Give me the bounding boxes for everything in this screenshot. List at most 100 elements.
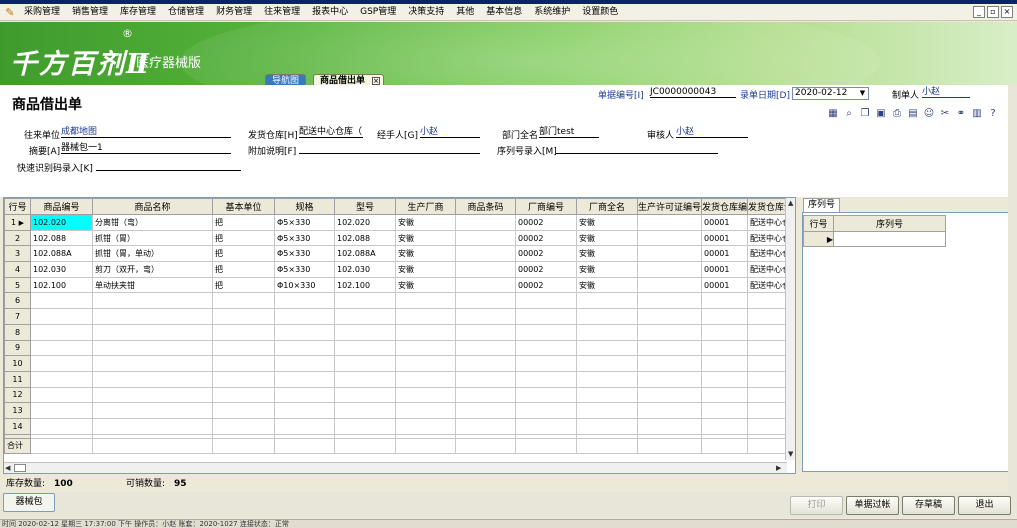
grid-cell[interactable] xyxy=(30,339,93,357)
grid-cell[interactable] xyxy=(212,292,275,310)
grid-cell[interactable]: Φ10×330 xyxy=(274,276,335,294)
save-icon[interactable]: ▣ xyxy=(874,107,888,121)
grid-cell[interactable]: 102.020 xyxy=(30,214,93,231)
grid-cell[interactable]: 安徽 xyxy=(395,214,456,231)
grid-cell[interactable]: 把 xyxy=(212,245,275,263)
grid-cell[interactable] xyxy=(636,386,703,404)
grid-cell[interactable] xyxy=(455,386,516,404)
handler-field[interactable]: 小赵 xyxy=(420,127,480,138)
table-row[interactable]: 11 xyxy=(4,370,795,388)
grid-cell[interactable] xyxy=(701,402,749,419)
grid-cell[interactable] xyxy=(334,355,396,372)
grid-cell[interactable]: 102.030 xyxy=(334,261,396,278)
grid-cell[interactable] xyxy=(455,292,516,310)
col-header-10[interactable]: 生产许可证编号 xyxy=(636,198,703,215)
grid-cell[interactable]: 分离钳（弯） xyxy=(92,214,213,231)
close-button[interactable]: × xyxy=(1001,6,1013,18)
quick-code-field[interactable] xyxy=(96,160,241,171)
grid-cell[interactable] xyxy=(395,308,456,325)
grid-cell[interactable] xyxy=(30,386,93,404)
grid-cell[interactable] xyxy=(92,355,213,372)
menu-finance[interactable]: 财务管理 xyxy=(210,4,258,20)
col-header-2[interactable]: 商品名称 xyxy=(92,198,213,215)
grid-cell[interactable] xyxy=(636,323,703,341)
tab-loan-out-doc[interactable]: 商品借出单 × xyxy=(313,74,385,85)
grid-cell[interactable] xyxy=(30,370,93,388)
tab-navigation[interactable]: 导航图 xyxy=(265,74,307,85)
table-row[interactable]: 6 xyxy=(4,292,795,310)
grid-cell[interactable]: 安徽 xyxy=(576,245,638,263)
grid-cell[interactable] xyxy=(455,214,516,231)
document-icon[interactable]: ▤ xyxy=(906,107,920,121)
grid-cell[interactable] xyxy=(701,355,749,372)
grid-cell[interactable] xyxy=(455,323,516,341)
grid-cell[interactable]: 单动扶夹钳 xyxy=(92,276,213,294)
grid-cell[interactable]: 00002 xyxy=(515,261,577,278)
grid-cell[interactable] xyxy=(455,229,516,247)
grid-cell[interactable] xyxy=(395,417,456,435)
grid-cell[interactable] xyxy=(455,308,516,325)
grid-cell[interactable] xyxy=(515,417,577,435)
serial-entry-field[interactable] xyxy=(556,143,718,154)
grid-cell[interactable]: 把 xyxy=(212,229,275,247)
grid-cell[interactable]: 102.088 xyxy=(30,229,93,247)
grid-cell[interactable]: 剪刀（双开，弯） xyxy=(92,261,213,278)
exit-button[interactable]: 退出 xyxy=(958,496,1011,515)
col-header-9[interactable]: 厂商全名 xyxy=(576,198,638,215)
grid-cell[interactable] xyxy=(515,386,577,404)
category-button[interactable]: 器械包 xyxy=(3,493,55,512)
note-field[interactable] xyxy=(299,143,480,154)
table-row[interactable]: 9 xyxy=(4,339,795,357)
summary-field[interactable]: 器械包一1 xyxy=(61,143,231,154)
grid-cell[interactable] xyxy=(92,370,213,388)
tab-close-icon[interactable]: × xyxy=(372,77,381,85)
grid-cell[interactable] xyxy=(515,339,577,357)
grid-cell[interactable]: 102.088 xyxy=(334,229,396,247)
col-header-1[interactable]: 商品编号 xyxy=(30,198,93,215)
grid-cell[interactable] xyxy=(576,308,638,325)
grid-cell[interactable]: 安徽 xyxy=(395,261,456,278)
notes-icon[interactable]: ▥ xyxy=(970,107,984,121)
grid-cell[interactable] xyxy=(212,339,275,357)
print-icon[interactable]: ⎙ xyxy=(890,107,904,121)
grid-cell[interactable] xyxy=(274,386,335,404)
grid-cell[interactable]: Φ5×330 xyxy=(274,229,335,247)
grid-cell[interactable] xyxy=(576,386,638,404)
grid-cell[interactable]: 抓钳（胃，单动） xyxy=(92,245,213,263)
grid-cell[interactable] xyxy=(274,402,335,419)
col-header-3[interactable]: 基本单位 xyxy=(212,198,275,215)
grid-cell[interactable] xyxy=(212,355,275,372)
col-header-7[interactable]: 商品条码 xyxy=(455,198,516,215)
search-icon[interactable]: ⌕ xyxy=(842,107,856,121)
grid-cell[interactable] xyxy=(274,355,335,372)
grid-cell[interactable] xyxy=(455,417,516,435)
scroll-right-icon[interactable]: ▶ xyxy=(776,464,781,472)
grid-cell[interactable]: 把 xyxy=(212,214,275,231)
menu-sales[interactable]: 销售管理 xyxy=(66,4,114,20)
grid-cell[interactable] xyxy=(212,402,275,419)
grid-cell[interactable]: 102.100 xyxy=(334,276,396,294)
serial-table[interactable]: 行号 序列号 ▶ xyxy=(803,215,946,247)
doc-no-field[interactable]: JC0000000043 xyxy=(650,87,736,98)
import-icon[interactable]: ▦ xyxy=(826,107,840,121)
grid-cell[interactable] xyxy=(576,292,638,310)
grid-cell[interactable] xyxy=(274,323,335,341)
grid-cell[interactable] xyxy=(334,370,396,388)
maker-field[interactable]: 小赵 xyxy=(922,87,970,98)
grid-cell[interactable] xyxy=(636,402,703,419)
grid-cell[interactable] xyxy=(334,386,396,404)
grid-cell[interactable] xyxy=(212,386,275,404)
col-header-8[interactable]: 厂商编号 xyxy=(515,198,577,215)
restore-button[interactable]: ▫ xyxy=(987,6,999,18)
grid-cell[interactable] xyxy=(576,339,638,357)
table-row[interactable]: 14 xyxy=(4,417,795,435)
grid-cell[interactable] xyxy=(576,323,638,341)
grid-cell[interactable] xyxy=(701,386,749,404)
grid-cell[interactable]: 00002 xyxy=(515,276,577,294)
grid-cell[interactable]: 00001 xyxy=(701,214,749,231)
tools-icon[interactable]: ✂ xyxy=(938,107,952,121)
grid-cell[interactable] xyxy=(395,402,456,419)
grid-cell[interactable] xyxy=(395,323,456,341)
grid-cell[interactable] xyxy=(455,355,516,372)
grid-cell[interactable] xyxy=(92,292,213,310)
